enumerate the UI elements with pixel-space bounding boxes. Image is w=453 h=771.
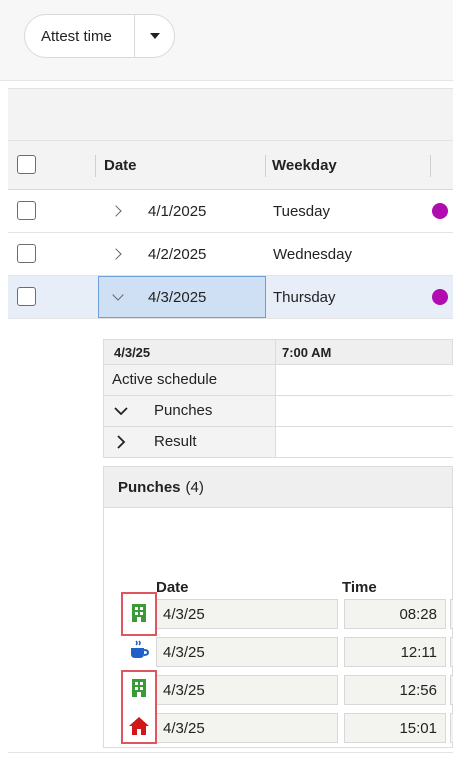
detail-row-result[interactable]: Result [103,427,453,458]
row-checkbox[interactable] [17,201,36,220]
row-date: 4/2/2025 [148,245,207,263]
column-separator [275,340,276,364]
detail-row-value [275,427,453,457]
chevron-right-icon [110,248,122,260]
row-weekday: Wednesday [273,245,352,263]
punches-column-time[interactable]: Time [342,579,377,596]
detail-header-time: 7:00 AM [282,345,332,360]
attest-dropdown-toggle[interactable] [135,33,174,39]
row-weekday: Thursday [273,288,336,306]
chevron-right-icon [110,205,122,217]
detail-row-label: Punches [154,402,213,419]
column-header-weekday[interactable]: Weekday [272,141,337,189]
punches-column-date[interactable]: Date [156,579,189,596]
row-weekday: Tuesday [273,202,330,220]
table-row[interactable]: 4/2/2025 Wednesday [8,233,453,276]
caret-down-icon [149,33,160,39]
row-expand-toggle[interactable] [110,190,122,232]
chevron-right-icon [117,435,126,449]
column-separator [430,155,431,177]
grid-header: Date Weekday [8,140,453,190]
coffee-icon [128,639,150,661]
punch-date[interactable]: 4/3/25 [156,675,338,705]
table-row-selected[interactable]: 4/3/2025 Thursday [8,276,453,319]
select-all-checkbox[interactable] [17,155,36,174]
attest-time-split-button[interactable]: Attest time [24,14,175,58]
chevron-down-icon [112,289,124,301]
punches-title: Punches [118,478,181,496]
detail-row-value [275,365,453,395]
chevron-down-icon [114,407,128,416]
punch-date[interactable]: 4/3/25 [156,637,338,667]
row-date: 4/3/2025 [148,288,207,306]
status-dot [432,203,448,219]
punch-time[interactable]: 12:11 [344,637,446,667]
grid-group-band [8,88,453,141]
punch-time[interactable]: 15:01 [344,713,446,743]
highlight-box [121,670,157,744]
detail-row-punches[interactable]: Punches [103,396,453,427]
table-row[interactable]: 4/1/2025 Tuesday [8,190,453,233]
punch-time[interactable]: 12:56 [344,675,446,705]
detail-row-active-schedule: Active schedule [103,365,453,396]
detail-row-label: Result [154,433,197,450]
detail-row-label: Active schedule [112,371,218,388]
row-checkbox[interactable] [17,244,36,263]
toolbar: Attest time [0,0,453,81]
row-collapse-toggle[interactable] [112,276,124,318]
detail-row-value [275,396,453,426]
status-dot [432,289,448,305]
row-checkbox[interactable] [17,287,36,306]
punch-date[interactable]: 4/3/25 [156,599,338,629]
punch-date[interactable]: 4/3/25 [156,713,338,743]
column-separator [95,155,96,177]
row-expand-toggle[interactable] [110,233,122,275]
highlight-box [121,592,157,636]
row-date: 4/1/2025 [148,202,207,220]
detail-header-date: 4/3/25 [114,345,151,360]
punches-panel: Punches (4) Date Time 4/3/25 08:28 4/3/2… [103,466,453,748]
column-separator [265,155,266,177]
grid-bottom-border [8,752,453,753]
detail-header: 4/3/25 7:00 AM [103,339,453,365]
attest-time-button-label[interactable]: Attest time [25,28,134,45]
column-header-date[interactable]: Date [104,141,137,189]
punches-title-bar: Punches (4) [104,467,452,508]
detail-subgrid: 4/3/25 7:00 AM Active schedule Punches R… [103,339,453,461]
punches-count: (4) [185,478,204,496]
punch-time[interactable]: 08:28 [344,599,446,629]
